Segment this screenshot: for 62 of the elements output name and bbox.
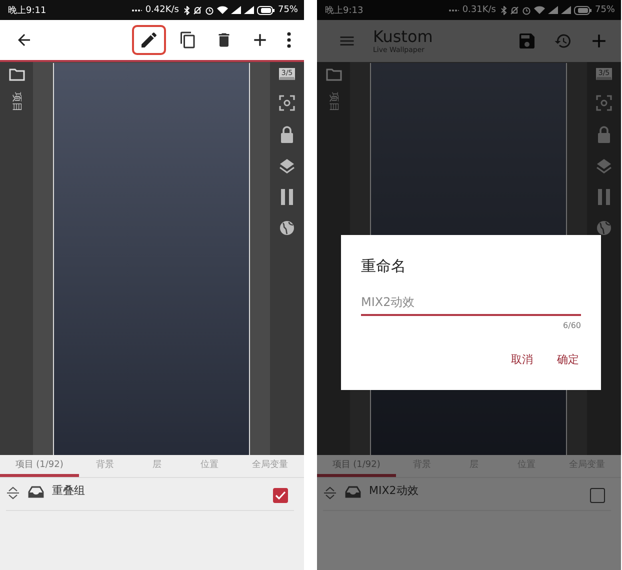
bluetooth-icon: [500, 6, 507, 14]
tray-icon: [28, 486, 44, 498]
tab[interactable]: 全局变量: [236, 455, 304, 477]
item-name[interactable]: 重叠组: [52, 483, 85, 498]
folder-icon[interactable]: [326, 68, 342, 81]
history-icon: [554, 32, 572, 50]
name-input-field[interactable]: MIX2动效: [361, 294, 581, 316]
status-time: 晚上9:13: [325, 4, 364, 16]
more-icon: [287, 32, 291, 48]
dialog-button[interactable]: 取消: [509, 348, 535, 371]
pause-icon[interactable]: [597, 189, 611, 205]
pause-icon[interactable]: [280, 189, 294, 205]
battery-icon: [256, 6, 275, 14]
checkbox[interactable]: [590, 488, 605, 503]
battery-percent: 75%: [278, 5, 298, 15]
edit-button[interactable]: [132, 25, 166, 55]
globe-icon[interactable]: [596, 220, 612, 236]
tab[interactable]: 背景: [78, 455, 132, 477]
folder-icon[interactable]: [8, 68, 24, 81]
focus-frame-icon[interactable]: [279, 95, 295, 111]
sidebar-label[interactable]: 项目: [10, 92, 24, 112]
item-name[interactable]: MIX2动效: [369, 483, 418, 498]
tab[interactable]: 项目 (1/92): [317, 455, 396, 477]
tray-icon: [345, 486, 361, 498]
sidebar-label[interactable]: 项目: [326, 92, 340, 112]
checkmark-icon: [275, 491, 286, 500]
alarm-icon: [522, 6, 531, 14]
signal-icon: [230, 6, 241, 14]
tab[interactable]: 位置: [183, 455, 236, 477]
signal-icon: [244, 6, 254, 14]
bell-icon: [510, 6, 519, 14]
notification-dots-icon: [449, 8, 460, 12]
network-speed: 0.42K/s: [145, 5, 179, 15]
tab[interactable]: 层: [131, 455, 184, 477]
dialog-button[interactable]: 确定: [555, 348, 581, 371]
app-title: Kustom: [373, 28, 433, 46]
lock-icon[interactable]: [280, 126, 294, 143]
dialog-title: 重命名: [361, 257, 407, 276]
layers-icon[interactable]: [596, 158, 612, 174]
signal-icon: [560, 6, 571, 14]
wifi-icon: [216, 6, 228, 14]
battery-icon: [574, 6, 592, 14]
pencil-icon: [139, 30, 159, 50]
character-counter: 6/60: [563, 321, 581, 330]
globe-icon[interactable]: [279, 220, 295, 236]
network-speed: 0.31K/s: [462, 5, 496, 15]
reorder-icon[interactable]: [6, 486, 20, 500]
tab[interactable]: 项目 (1/92): [0, 455, 79, 477]
notification-dots-icon: [132, 8, 142, 12]
alarm-icon: [204, 6, 214, 14]
lock-icon[interactable]: [597, 126, 611, 143]
signal-icon: [548, 6, 558, 14]
copy-icon: [179, 31, 197, 49]
wifi-icon: [534, 6, 545, 14]
reorder-icon[interactable]: [323, 486, 337, 500]
status-time: 晚上9:11: [8, 4, 46, 16]
battery-percent: 75%: [594, 5, 615, 15]
bell-icon: [192, 6, 202, 14]
checkbox[interactable]: [273, 488, 288, 503]
layers-icon[interactable]: [279, 158, 295, 174]
bluetooth-icon: [184, 6, 190, 14]
focus-frame-icon[interactable]: [596, 95, 612, 111]
